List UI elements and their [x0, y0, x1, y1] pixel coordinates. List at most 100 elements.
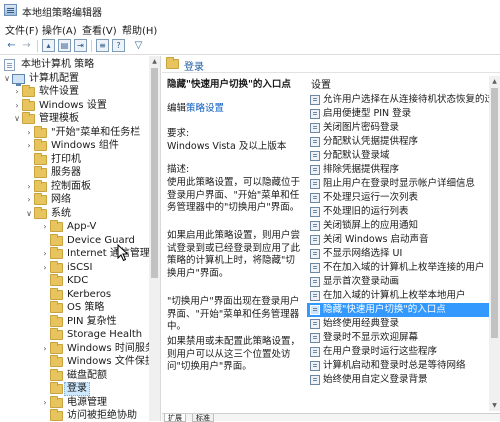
chevron-down-icon[interactable]: ∨ — [12, 112, 22, 126]
policy-setting-icon — [310, 151, 320, 161]
tree-item[interactable]: 磁盘配额 — [0, 368, 160, 383]
tree-item[interactable]: › Windows 组件 — [0, 139, 160, 153]
tree-item[interactable]: 登录 — [0, 382, 160, 396]
chevron-down-icon[interactable]: ∨ — [24, 207, 34, 221]
policy-setting-icon — [310, 319, 320, 329]
policy-setting-row[interactable]: 阻止用户在登录时显示帐户详细信息 — [307, 177, 490, 191]
menu-view[interactable]: 查看(V) — [82, 22, 117, 37]
tree-item[interactable]: › Internet 通信管理 — [0, 247, 160, 261]
policy-setting-row[interactable]: 不在加入域的计算机上枚举连接的用户 — [307, 261, 490, 275]
scroll-up-icon[interactable]: ▲ — [149, 56, 160, 67]
policy-setting-row[interactable]: 在加入域的计算机上枚举本地用户 — [307, 289, 490, 303]
policy-setting-row[interactable]: 启用便捷型 PIN 登录 — [307, 107, 490, 121]
export-list-icon[interactable]: ⇥ — [74, 39, 87, 52]
policy-setting-row[interactable]: 登录时不显示欢迎屏幕 — [307, 331, 490, 345]
show-hide-tree-icon[interactable]: ▤ — [58, 39, 71, 52]
tree-item-label: "开始"菜单和任务栏 — [51, 126, 141, 138]
folder-icon — [50, 395, 63, 408]
policy-setting-row[interactable]: 分配默认登录域 — [307, 149, 490, 163]
menu-file[interactable]: 文件(F) — [5, 22, 39, 37]
policy-setting-row[interactable]: 分配默认凭据提供程序 — [307, 135, 490, 149]
folder-icon — [50, 382, 63, 394]
tree-item[interactable]: OS 策略 — [0, 301, 160, 315]
policy-setting-row[interactable]: 显示首次登录动画 — [307, 275, 490, 289]
chevron-right-icon[interactable]: › — [40, 220, 50, 234]
tree-item[interactable]: › 软件设置 — [0, 85, 160, 99]
chevron-down-icon[interactable]: ∨ — [2, 72, 12, 86]
settings-list[interactable]: 设置 允许用户选择在从连接待机状态恢复的过程中何时要求输入密码启用便捷型 PIN… — [307, 76, 500, 421]
filter-icon[interactable]: ▽ — [132, 39, 145, 52]
folder-icon — [34, 206, 47, 219]
chevron-right-icon[interactable]: › — [40, 342, 50, 356]
back-arrow-icon[interactable]: ← — [5, 39, 18, 52]
details-pane: 登录 隐藏"快速用户切换"的入口点 编辑策略设置 要求: Windows Vis… — [162, 56, 500, 422]
tree-item[interactable]: Kerberos — [0, 287, 160, 302]
description-paragraph: 使用此策略设置，可以隐藏位于登录用户界面、"开始"菜单和任务管理器中的"切换用户… — [167, 177, 301, 213]
tree-item[interactable]: KDC — [0, 274, 160, 288]
tree-item[interactable]: ∨ 系统 — [0, 206, 160, 221]
tree-item[interactable]: 本地计算机 策略 — [0, 58, 160, 72]
tree-scrollbar[interactable]: ▲ — [149, 56, 160, 421]
policy-setting-row[interactable]: 排除凭据提供程序 — [307, 163, 490, 177]
tree-item[interactable]: 访问被拒绝协助 — [0, 409, 160, 421]
policy-setting-row[interactable]: 隐藏"快速用户切换"的入口点 — [307, 303, 490, 317]
navigation-tree[interactable]: 本地计算机 策略 ∨ 计算机配置 › 软件设置 › Windows 设置 ∨ 管理模板 › "开始"… — [0, 56, 161, 421]
chevron-right-icon[interactable]: › — [12, 85, 22, 99]
settings-scrollbar[interactable]: ▲ ▼ — [489, 76, 500, 411]
policy-setting-row[interactable]: 始终使用自定义登录背景 — [307, 373, 490, 387]
chevron-right-icon[interactable]: › — [40, 396, 50, 410]
scrollbar-thumb[interactable] — [151, 68, 158, 278]
forward-arrow-icon[interactable]: → — [20, 39, 33, 52]
tree-item[interactable]: 服务器 — [0, 166, 160, 180]
folder-up-icon[interactable]: ▴ — [42, 39, 55, 52]
scroll-up-icon[interactable]: ▲ — [489, 76, 500, 87]
tree-item[interactable]: › 网络 — [0, 193, 160, 207]
policy-setting-row[interactable]: 不显示网络选择 UI — [307, 247, 490, 261]
tree-item[interactable]: › 控制面板 — [0, 179, 160, 194]
settings-column-header[interactable]: 设置 — [311, 76, 331, 91]
policy-setting-row[interactable]: 允许用户选择在从连接待机状态恢复的过程中何时要求输入密码 — [307, 93, 490, 107]
policy-setting-row[interactable]: 不处理只运行一次列表 — [307, 191, 490, 205]
tree-item[interactable]: ∨ 计算机配置 — [0, 72, 160, 86]
chevron-right-icon[interactable]: › — [24, 126, 34, 140]
help-icon[interactable]: ? — [112, 39, 125, 52]
chevron-right-icon[interactable]: › — [12, 99, 22, 113]
chevron-right-icon[interactable]: › — [24, 139, 34, 153]
menu-help[interactable]: 帮助(H) — [122, 22, 157, 37]
tree-item-label: 控制面板 — [51, 180, 91, 192]
tree-item[interactable]: Storage Health — [0, 328, 160, 342]
tree-item[interactable]: PIN 复杂性 — [0, 314, 160, 329]
policy-setting-row[interactable]: 在用户登录时运行这些程序 — [307, 345, 490, 359]
chevron-right-icon[interactable]: › — [24, 193, 34, 207]
tree-item[interactable]: › Windows 设置 — [0, 98, 160, 113]
policy-setting-row[interactable]: 不处理旧的运行列表 — [307, 205, 490, 219]
tree-item[interactable]: › Windows 时间服务 — [0, 341, 160, 356]
tree-item[interactable]: Windows 文件保护 — [0, 355, 160, 369]
tree-item[interactable]: › 电源管理 — [0, 395, 160, 410]
policy-setting-row[interactable]: 计算机启动和登录时总是等待网络 — [307, 359, 490, 373]
tree-item[interactable]: ∨ 管理模板 — [0, 112, 160, 126]
policy-setting-row[interactable]: 始终使用经典登录 — [307, 317, 490, 331]
view-tabs: 扩展 标准 — [162, 413, 500, 422]
chevron-right-icon[interactable]: › — [40, 247, 50, 261]
folder-icon — [22, 112, 35, 124]
properties-icon[interactable]: ≡ — [96, 39, 109, 52]
edit-policy-setting-link[interactable]: 策略设置 — [186, 103, 224, 114]
menu-bar: 文件(F) 操作(A) 查看(V) 帮助(H) — [0, 20, 500, 37]
tree-item[interactable]: › App-V — [0, 220, 160, 234]
folder-icon — [34, 193, 47, 205]
menu-action[interactable]: 操作(A) — [42, 22, 77, 37]
scroll-down-icon[interactable]: ▼ — [489, 400, 500, 411]
chevron-right-icon[interactable]: › — [40, 261, 50, 275]
policy-setting-row[interactable]: 关闭 Windows 启动声音 — [307, 233, 490, 247]
folder-icon — [22, 85, 35, 97]
policy-setting-row[interactable]: 关闭锁屏上的应用通知 — [307, 219, 490, 233]
tree-item[interactable]: › iSCSI — [0, 260, 160, 275]
scrollbar-thumb[interactable] — [491, 88, 498, 338]
tree-item-label: Windows 设置 — [39, 99, 107, 111]
tree-item[interactable]: Device Guard — [0, 233, 160, 248]
chevron-right-icon[interactable]: › — [24, 180, 34, 194]
policy-setting-row[interactable]: 关闭图片密码登录 — [307, 121, 490, 135]
tree-item[interactable]: › "开始"菜单和任务栏 — [0, 125, 160, 140]
tree-item[interactable]: 打印机 — [0, 152, 160, 167]
